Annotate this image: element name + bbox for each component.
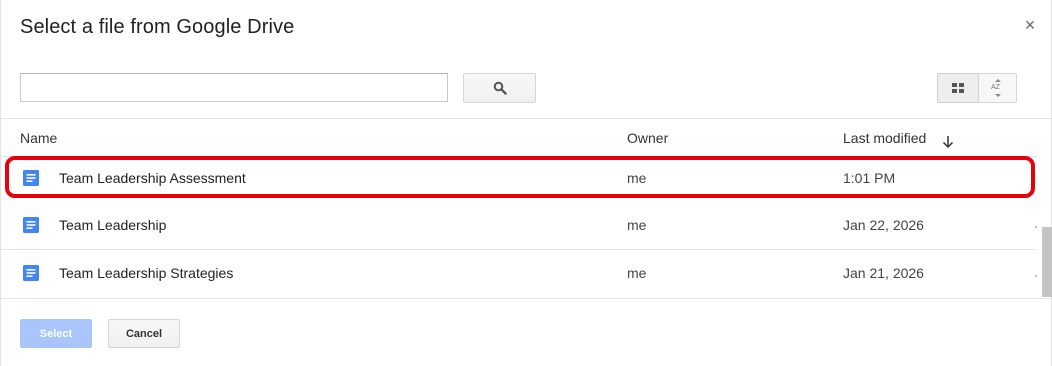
file-last-modified: Jan 21, 2026 (843, 265, 924, 281)
grid-view-button[interactable] (937, 73, 979, 103)
search-input[interactable] (20, 73, 448, 102)
file-row-team-leadership[interactable]: Team Leadership me Jan 22, 2026 (1, 202, 1041, 250)
sort-button[interactable]: AZ (978, 73, 1017, 103)
column-header-last-modified[interactable]: Last modified (843, 130, 926, 146)
sort-az-letter-a: AZ (991, 84, 1001, 91)
file-row-team-leadership-strategies[interactable]: Team Leadership Strategies me Jan 21, 20… (1, 250, 1041, 298)
file-name: Team Leadership Assessment (59, 170, 246, 186)
google-docs-icon (23, 217, 39, 233)
dialog-title: Select a file from Google Drive (20, 16, 295, 38)
footer-divider (1, 298, 1052, 299)
grid-view-icon (951, 82, 964, 93)
cancel-button[interactable]: Cancel (108, 319, 180, 348)
select-button[interactable]: Select (20, 319, 92, 348)
google-docs-icon (23, 170, 39, 186)
scrollbar-thumb[interactable] (1042, 227, 1052, 297)
file-owner: me (627, 265, 647, 281)
file-row-team-leadership-assessment[interactable]: Team Leadership Assessment me 1:01 PM (1, 154, 1041, 202)
file-last-modified: Jan 22, 2026 (843, 217, 924, 233)
header-divider (1, 118, 1052, 119)
scroll-indicator-dot (1035, 275, 1037, 277)
file-name: Team Leadership (59, 217, 167, 233)
search-button[interactable] (463, 73, 536, 103)
column-header-name[interactable]: Name (20, 130, 57, 146)
file-picker-dialog: Select a file from Google Drive × AZ Nam… (0, 0, 1052, 366)
file-name: Team Leadership Strategies (59, 265, 234, 281)
file-last-modified: 1:01 PM (843, 170, 896, 186)
file-owner: me (627, 217, 647, 233)
file-owner: me (627, 170, 647, 186)
arrow-down-icon[interactable] (941, 135, 955, 149)
sort-az-icon: AZ (991, 79, 1001, 97)
google-docs-icon (23, 265, 39, 281)
close-button[interactable]: × (1023, 16, 1037, 34)
search-icon (493, 81, 507, 95)
scroll-indicator-dot (1035, 226, 1037, 228)
column-header-owner[interactable]: Owner (627, 130, 668, 146)
